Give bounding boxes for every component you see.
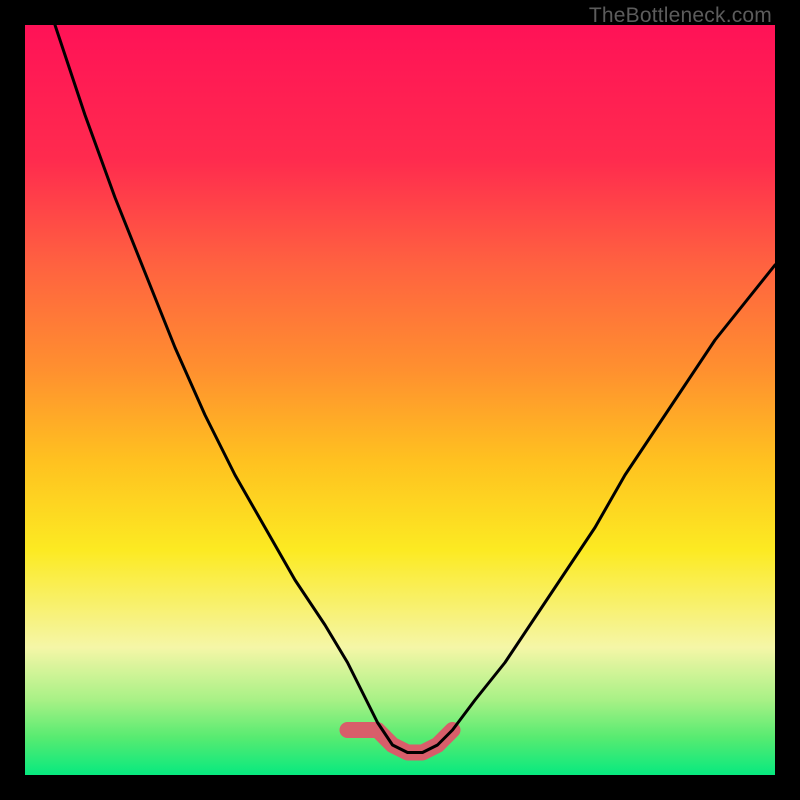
watermark-text: TheBottleneck.com <box>589 4 772 28</box>
plot-area <box>25 25 775 775</box>
bottleneck-curve <box>55 25 775 753</box>
curve-layer <box>25 25 775 775</box>
chart-frame: TheBottleneck.com <box>0 0 800 800</box>
